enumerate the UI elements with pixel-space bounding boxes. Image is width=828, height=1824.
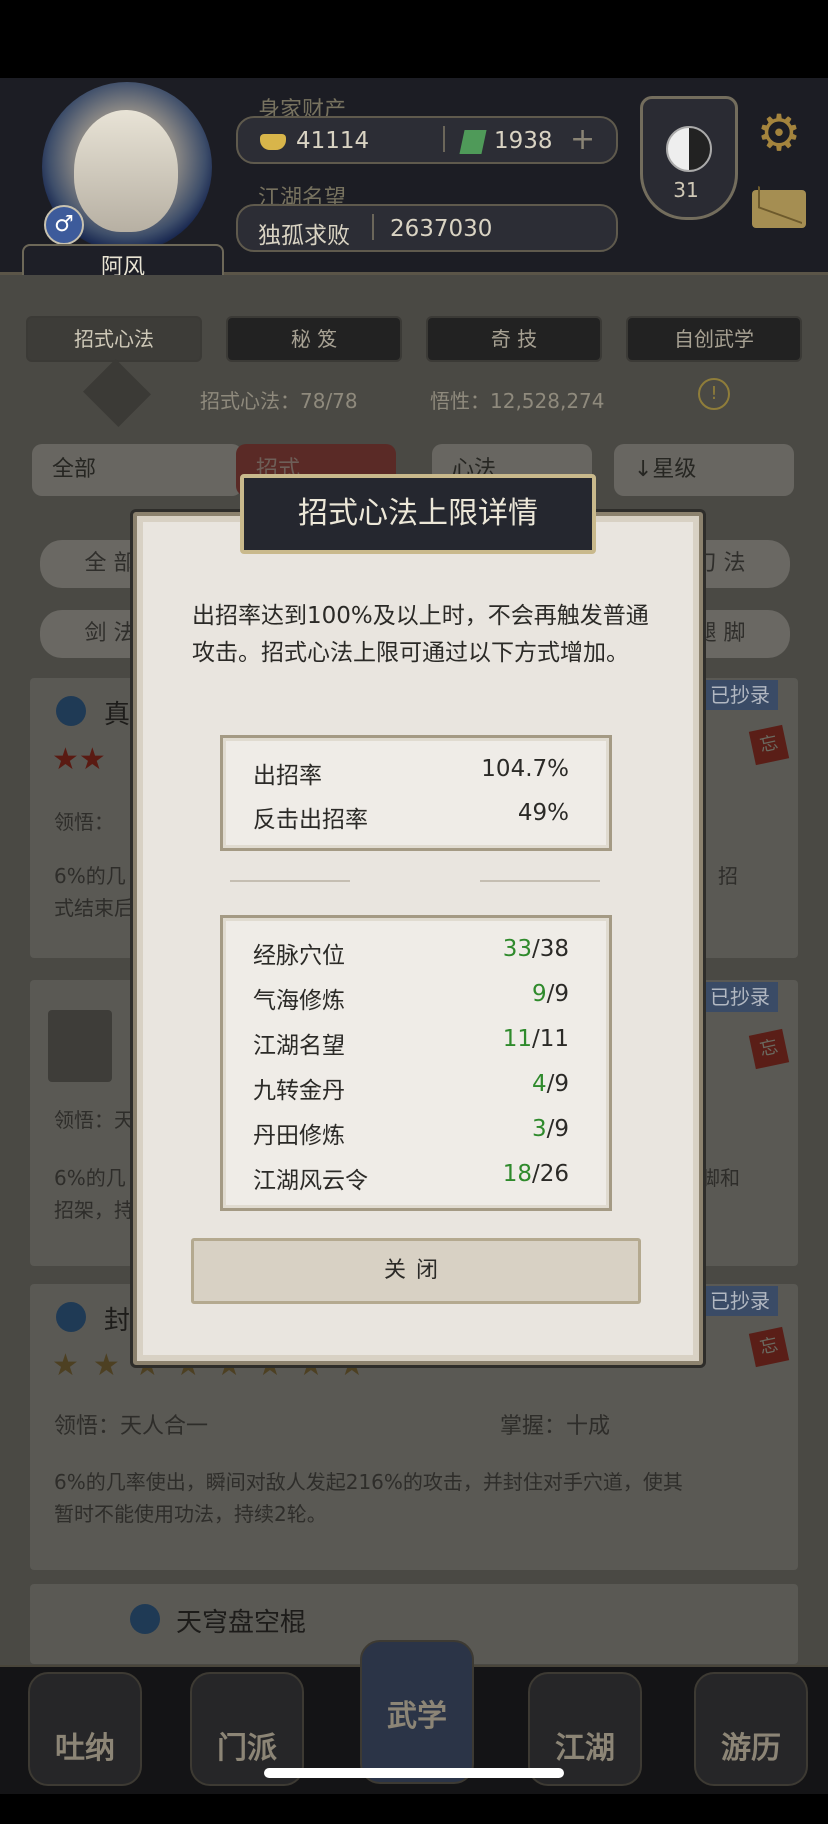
source-max: /38	[531, 936, 569, 962]
skill-type-icon	[130, 1604, 160, 1634]
tab-moves[interactable]: 招式心法	[26, 316, 202, 362]
skill-desc: 招架，持	[54, 1198, 134, 1222]
tab-custom-arts[interactable]: 自创武学	[626, 316, 802, 362]
ornament-divider	[230, 880, 600, 882]
source-label: 江湖风云令	[253, 1168, 368, 1194]
jade-icon	[459, 129, 487, 154]
forget-button[interactable]: 忘	[748, 724, 790, 766]
copied-badge: 已抄录	[702, 982, 778, 1012]
skill-desc: 6%的几	[54, 1166, 126, 1190]
gender-icon: ♂	[44, 205, 84, 245]
comprehend-label: 领悟：	[54, 810, 114, 834]
source-current: 9	[531, 981, 547, 1007]
comprehend-label: 领悟：天	[54, 1108, 134, 1132]
rate-label: 出招率	[253, 763, 322, 789]
category-select[interactable]: 全部	[32, 444, 242, 496]
comprehend-label: 领悟：天人合一	[54, 1414, 209, 1439]
skill-upgrade-icon	[48, 1010, 112, 1082]
gold-display: 41114	[260, 128, 369, 154]
add-currency-button[interactable]: +	[570, 122, 595, 157]
nav-travel[interactable]: 游历	[694, 1672, 808, 1786]
gear-icon[interactable]: ⚙	[752, 106, 806, 160]
star-icon: ★	[78, 742, 106, 777]
rate-panel: 出招率 104.7% 反击出招率 49%	[220, 735, 612, 851]
source-row: 江湖名望 11/11	[253, 1026, 569, 1060]
skill-desc: 6%的几率使出，瞬间对敌人发起216%的攻击，并封住对手穴道，使其	[54, 1470, 683, 1494]
skill-title: 真	[104, 700, 131, 730]
insight-value: 悟性：12,528,274	[430, 389, 605, 413]
copied-badge: 已抄录	[702, 680, 778, 710]
forget-button[interactable]: 忘	[748, 1326, 790, 1368]
rate-row: 反击出招率 49%	[253, 800, 569, 834]
yin-yang-icon	[666, 126, 712, 172]
info-icon[interactable]: !	[698, 378, 730, 410]
skill-desc: ，招	[698, 864, 738, 888]
skill-type-icon	[56, 696, 86, 726]
gold-ingot-icon	[260, 133, 286, 150]
gold-amount: 41114	[296, 128, 370, 154]
dialog-description: 出招率达到100%及以上时，不会再触发普通攻击。招式心法上限可通过以下方式增加。	[192, 603, 649, 666]
source-max: /9	[546, 1116, 569, 1142]
sort-select[interactable]: ↓星级	[614, 444, 794, 496]
skill-desc: 6%的几	[54, 864, 126, 888]
source-max: /26	[531, 1161, 569, 1187]
mastery-label: 掌握：十成	[500, 1414, 611, 1439]
skill-desc: 式结束后	[54, 896, 134, 920]
source-current: 18	[502, 1161, 532, 1187]
skill-type-icon	[56, 1302, 86, 1332]
avatar	[74, 110, 178, 232]
source-current: 3	[531, 1116, 547, 1142]
mail-icon[interactable]	[752, 190, 806, 228]
star-icon: ★	[52, 742, 79, 777]
source-max: /9	[546, 1071, 569, 1097]
source-row: 江湖风云令 18/26	[253, 1161, 569, 1195]
source-label: 经脉穴位	[253, 943, 345, 969]
source-row: 经脉穴位 33/38	[253, 936, 569, 970]
home-indicator[interactable]	[264, 1768, 564, 1778]
sources-panel: 经脉穴位 33/38 气海修炼 9/9 江湖名望 11/11 九转金丹 4/9 丹田修炼…	[220, 915, 612, 1211]
source-current: 4	[531, 1071, 547, 1097]
source-label: 气海修炼	[253, 988, 345, 1014]
source-label: 江湖名望	[253, 1033, 345, 1059]
fame-bar: 独孤求败 2637030	[236, 204, 618, 252]
source-label: 九转金丹	[253, 1078, 345, 1104]
copied-badge: 已抄录	[702, 1286, 778, 1316]
star-rating: ★★	[52, 742, 106, 777]
app-screen: ♂ 阿风 身家财产 41114 1938 + 江湖名望 独孤求败 2637030…	[0, 0, 828, 1794]
source-row: 九转金丹 4/9	[253, 1071, 569, 1105]
divider	[372, 214, 374, 240]
tab-special-skills[interactable]: 奇 技	[426, 316, 602, 362]
divider	[443, 126, 445, 152]
wealth-bar: 41114 1938 +	[236, 116, 618, 164]
forget-button[interactable]: 忘	[748, 1028, 790, 1070]
skill-title: 封	[104, 1306, 131, 1336]
skill-desc: 暂时不能使用功法，持续2轮。	[54, 1502, 327, 1526]
skill-desc: 脚和	[700, 1166, 740, 1190]
star-icon: ★	[92, 1348, 134, 1383]
source-row: 丹田修炼 3/9	[253, 1116, 569, 1150]
source-max: /11	[531, 1026, 569, 1052]
jade-display: 1938	[459, 128, 553, 154]
jade-amount: 1938	[494, 128, 553, 154]
rate-row: 出招率 104.7%	[253, 756, 569, 790]
moves-count: 招式心法：78/78	[200, 389, 358, 413]
source-row: 气海修炼 9/9	[253, 981, 569, 1015]
rate-value: 104.7%	[481, 756, 569, 782]
source-current: 33	[502, 936, 532, 962]
dialog-title: 招式心法上限详情	[240, 474, 596, 554]
fame-value: 2637030	[390, 216, 493, 242]
title-name: 独孤求败	[258, 223, 350, 249]
source-current: 11	[502, 1026, 532, 1052]
skill-title: 天穹盘空棍	[176, 1608, 307, 1638]
source-label: 丹田修炼	[253, 1123, 345, 1149]
tab-secret-manuals[interactable]: 秘 笈	[226, 316, 402, 362]
nav-breathing[interactable]: 吐纳	[28, 1672, 142, 1786]
close-button[interactable]: 关闭	[191, 1238, 641, 1304]
rank-level: 31	[673, 178, 699, 202]
rate-label: 反击出招率	[253, 807, 368, 833]
source-max: /9	[546, 981, 569, 1007]
nav-martial-arts[interactable]: 武学	[360, 1640, 474, 1784]
rate-value: 49%	[517, 800, 569, 826]
star-icon: ★	[52, 1348, 93, 1383]
